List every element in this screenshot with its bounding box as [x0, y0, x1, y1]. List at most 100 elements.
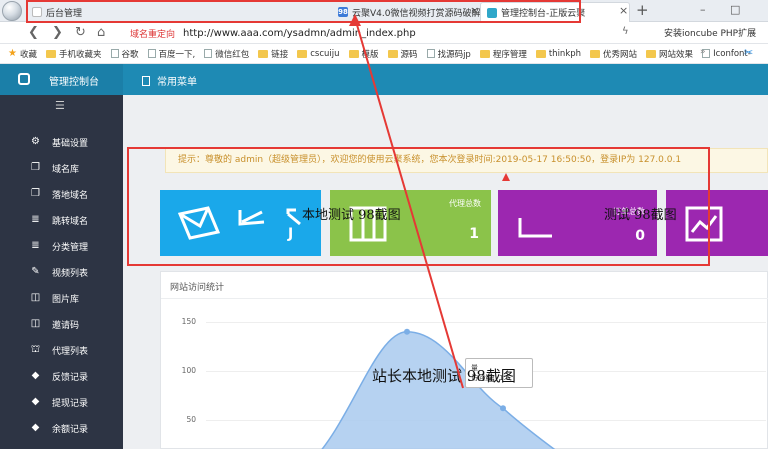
bookmark-item[interactable]: 找源码jp — [426, 48, 471, 60]
bookmark-icon — [142, 75, 150, 86]
star-icon: ★ — [8, 48, 17, 59]
bookmarks-more-icon[interactable]: » — [700, 47, 706, 57]
back-icon[interactable]: ❮ — [28, 25, 39, 40]
bookmark-item[interactable]: 源码 — [387, 48, 418, 60]
sidebar-item[interactable]: ⚙ 基础设置 — [0, 131, 123, 153]
lightning-icon[interactable]: ϟ — [622, 26, 629, 37]
watermark-text: 本地测试 98截图 — [302, 208, 401, 223]
header-brand[interactable]: 管理控制台 — [0, 64, 123, 95]
data-point[interactable] — [404, 328, 410, 335]
bookmark-label: 谷歌 — [121, 49, 139, 60]
scissors-icon[interactable]: ✂ — [744, 46, 753, 59]
bookmark-item[interactable]: thinkph — [535, 48, 582, 59]
card-value: 1 — [469, 226, 479, 242]
bookmark-item[interactable]: 链接 — [258, 48, 288, 60]
map-icon: ◫ — [30, 292, 41, 303]
url-field[interactable]: 域名重定向 http://www.aaa.com/ysadm‍‍n/admin_… — [130, 25, 602, 41]
refresh-icon[interactable]: ↻ — [75, 25, 86, 40]
sidebar-item[interactable]: ⛫ 代理列表 — [0, 339, 123, 361]
sidebar-item[interactable]: ≣ 分类管理 — [0, 235, 123, 257]
tag-icon: ◆ — [31, 396, 40, 407]
stat-card[interactable] — [666, 190, 768, 256]
bookmark-item[interactable]: 百度一下, — [147, 48, 196, 60]
stat-card[interactable]: J — [160, 190, 321, 256]
bookmark-item[interactable]: 程序管理 — [479, 48, 527, 60]
sidebar-item-label: 视频列表 — [52, 268, 89, 279]
browser-tab-bar: 后台管理 98 云聚V4.0微信视频打赏源码破解 × 管理控制台-正版云聚 × … — [0, 0, 768, 22]
stat-card[interactable]: 订单总数 0 — [498, 190, 657, 256]
bookmark-label: 源码 — [400, 49, 418, 60]
folder-icon — [45, 49, 56, 58]
folder-icon — [535, 49, 546, 58]
sidebar-item-label: 分类管理 — [52, 242, 89, 253]
page-icon — [204, 49, 213, 58]
sidebar-item[interactable]: ◫ 图片库 — [0, 287, 123, 309]
sidebar-item[interactable]: ≣ 跳转域名 — [0, 209, 123, 231]
sidebar-item[interactable]: ◫ 邀请码 — [0, 313, 123, 335]
sidebar: ☰ ⚙ 基础设置 ❐ 域名库 ❐ 落地域名 ≣ 跳转域名 ≣ 分类管理 ✎ 视频列表 ◫ 图片库 ◫ 邀请码 ⛫… — [0, 95, 123, 449]
bookmark-item[interactable]: 谷歌 — [110, 48, 139, 60]
card-title: 代理总数 — [449, 199, 481, 208]
maximize-icon[interactable]: □ — [730, 3, 740, 16]
sidebar-item[interactable]: ✎ 视频列表 — [0, 261, 123, 283]
bookmark-label: thinkph — [548, 48, 582, 59]
bookmark-label: 链接 — [271, 49, 289, 60]
search-suggestion[interactable]: 安装ioncube PHP扩展 — [664, 26, 756, 39]
bookmark-item[interactable]: 微信红包 — [204, 48, 249, 60]
edit-icon: ✎ — [31, 266, 40, 277]
list-icon: ≣ — [31, 214, 40, 225]
browser-tab[interactable]: 98 云聚V4.0微信视频打赏源码破解 — [332, 2, 480, 22]
page-icon — [110, 49, 119, 58]
minimize-icon[interactable]: – — [700, 3, 706, 16]
bookmark-label: 百度一下, — [158, 49, 196, 60]
tag-icon: ◆ — [31, 422, 40, 433]
bookmark-item[interactable]: 优秀网站 — [590, 48, 637, 60]
tab-label: 云聚V4.0微信视频打赏源码破解 — [352, 8, 480, 19]
sidebar-item[interactable]: ❐ 落地域名 — [0, 183, 123, 205]
folder-icon — [646, 49, 657, 58]
main-content: 提示：尊敬的 admin（超级管理员），欢迎您的使用云聚系统，您本次登录时间:2… — [123, 95, 768, 449]
console-icon — [18, 73, 30, 85]
bookmark-label: 网站效果 — [659, 49, 694, 60]
browser-tab[interactable]: 后台管理 — [26, 2, 322, 22]
sidebar-item[interactable]: ❐ 域名库 — [0, 157, 123, 179]
browser-logo-icon[interactable] — [2, 1, 22, 21]
bookmark-item[interactable]: 手机收藏夹 — [45, 48, 102, 60]
bookmark-label: cscuiju — [310, 48, 340, 59]
bookmark-item[interactable]: cscuiju — [297, 48, 340, 59]
new-tab-icon[interactable]: + — [636, 1, 649, 19]
tag-icon: ◆ — [31, 370, 40, 381]
common-menu-button[interactable]: 常用菜单 — [142, 73, 197, 88]
page-icon — [426, 49, 435, 58]
bookmark-item[interactable]: 模版 — [348, 48, 379, 60]
bookmark-item[interactable]: ★ 收藏 — [8, 48, 37, 60]
forward-icon[interactable]: ❯ — [52, 25, 63, 40]
tab-label: 管理控制台-正版云聚 — [501, 9, 586, 19]
watermark-text: 站长本地测试 98截图 — [372, 367, 516, 385]
watermark-text: 测试 98截图 — [604, 208, 677, 223]
sidebar-item-label: 代理列表 — [52, 346, 89, 357]
close-tab-icon[interactable]: × — [470, 4, 479, 17]
sidebar-item[interactable]: ◆ 余额记录 — [0, 417, 123, 439]
table-icon — [518, 218, 552, 238]
bookmark-label: 收藏 — [19, 49, 37, 60]
home-icon[interactable]: ⌂ — [97, 25, 105, 40]
card-value: J — [288, 226, 294, 242]
line-chart-icon — [685, 206, 723, 242]
close-tab-icon[interactable]: × — [619, 4, 628, 17]
folder-icon — [479, 49, 490, 58]
files-icon: ❐ — [31, 162, 40, 173]
browser-tab-active[interactable]: 管理控制台-正版云聚 — [480, 2, 630, 22]
data-point[interactable] — [500, 405, 506, 412]
bookmark-label: 微信红包 — [215, 49, 250, 60]
sidebar-item-label: 落地域名 — [52, 190, 89, 201]
bookmark-label: 手机收藏夹 — [58, 49, 102, 60]
bookmark-item[interactable]: 网站效果 — [646, 48, 693, 60]
sidebar-item[interactable]: ◆ 反馈记录 — [0, 365, 123, 387]
url-text[interactable]: http://www.aaa.com/ysadm‍‍n/admin_index.… — [183, 28, 416, 39]
sidebar-item[interactable]: ◆ 提现记录 — [0, 391, 123, 413]
folder-icon — [297, 49, 308, 58]
sidebar-toggle-icon[interactable]: ☰ — [55, 99, 65, 112]
bookmark-label: 程序管理 — [492, 49, 527, 60]
stat-card[interactable]: 代理总数 1 — [330, 190, 491, 256]
